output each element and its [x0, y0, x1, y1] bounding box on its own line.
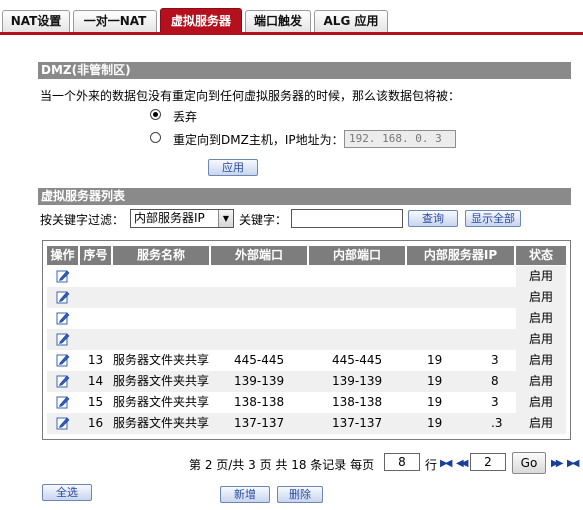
row-index: [80, 308, 111, 329]
row-status: 启用: [516, 287, 566, 308]
keyword-input[interactable]: [291, 209, 403, 228]
next-page-icon[interactable]: ▶▶: [551, 458, 564, 470]
filter-label: 按关键字过滤：: [40, 213, 125, 227]
row-status: 启用: [516, 350, 566, 371]
chevron-down-icon: ▼: [218, 210, 233, 227]
header-internal-ip: 内部服务器IP: [407, 246, 514, 265]
row-status: 启用: [516, 413, 566, 434]
tab-virtual-server[interactable]: 虚拟服务器: [160, 8, 242, 34]
edit-icon[interactable]: [56, 353, 70, 367]
discard-label: 丢弃: [173, 110, 198, 124]
edit-icon[interactable]: [56, 332, 70, 346]
redirect-dmz-radio[interactable]: [150, 132, 161, 143]
row-ip-end: 3: [491, 353, 499, 367]
row-internal-port: 138-138: [332, 395, 383, 409]
row-service-name: 服务器文件夹共享: [113, 416, 210, 430]
edit-icon[interactable]: [56, 269, 70, 283]
row-internal-port: 445-445: [332, 353, 383, 367]
query-button[interactable]: 查询: [408, 210, 458, 227]
discard-radio[interactable]: [150, 109, 161, 120]
tab-port-trigger[interactable]: 端口触发: [245, 10, 311, 32]
apply-button[interactable]: 应用: [208, 159, 258, 176]
header-action: 操作: [47, 246, 78, 265]
page-number-input[interactable]: 2: [470, 453, 506, 471]
tab-one-to-one-nat[interactable]: 一对一NAT: [73, 10, 157, 32]
tab-underline: [0, 32, 583, 35]
header-service-name: 服务名称: [113, 246, 209, 265]
edit-icon[interactable]: [56, 311, 70, 325]
row-ip-start: 19: [427, 416, 443, 430]
row-service-name: 服务器文件夹共享: [113, 395, 210, 409]
vs-section-title: 虚拟服务器列表: [38, 188, 571, 205]
per-page-input[interactable]: 8: [384, 453, 420, 471]
row-internal-port: 139-139: [332, 374, 383, 388]
row-service-name: 服务器文件夹共享: [113, 353, 210, 367]
row-ip-start: 19: [427, 395, 443, 409]
row-status: 启用: [516, 329, 566, 350]
dmz-description: 当一个外来的数据包没有重定向到任何虚拟服务器的时候，那么该数据包将被：: [40, 89, 461, 103]
redirect-dmz-label: 重定向到DMZ主机，IP地址为：: [173, 133, 344, 147]
row-status: 启用: [516, 266, 566, 287]
pagination-summary: 第 2 页/共 3 页 共 18 条记录 每页: [189, 458, 375, 472]
header-status: 状态: [516, 246, 566, 265]
keyword-label: 关键字：: [239, 213, 288, 227]
row-service-name: 服务器文件夹共享: [113, 374, 210, 388]
edit-icon[interactable]: [56, 290, 70, 304]
row-index: 14: [87, 374, 104, 388]
row-label: 行: [425, 458, 438, 472]
row-index: 16: [87, 416, 104, 430]
row-external-port: 138-138: [234, 395, 285, 409]
first-page-icon[interactable]: ▶◀: [440, 458, 453, 470]
last-page-icon[interactable]: ▶◀: [567, 458, 580, 470]
filter-select-value: 内部服务器IP: [134, 211, 205, 225]
row-external-port: 445-445: [234, 353, 285, 367]
tab-bar: NAT设置 一对一NAT 虚拟服务器 端口触发 ALG 应用: [0, 0, 583, 35]
edit-icon[interactable]: [56, 395, 70, 409]
row-stripe: [47, 329, 566, 350]
go-button[interactable]: Go: [512, 452, 546, 474]
row-index: [80, 329, 111, 350]
row-external-port: 137-137: [234, 416, 285, 430]
prev-page-icon[interactable]: ◀◀: [456, 458, 469, 470]
row-stripe: [47, 287, 566, 308]
tab-alg[interactable]: ALG 应用: [314, 10, 388, 32]
row-status: 启用: [516, 308, 566, 329]
select-all-button[interactable]: 全选: [42, 484, 92, 501]
show-all-button[interactable]: 显示全部: [465, 210, 521, 227]
row-status: 启用: [516, 392, 566, 413]
row-internal-port: 137-137: [332, 416, 383, 430]
tab-nat-settings[interactable]: NAT设置: [2, 10, 70, 32]
delete-button[interactable]: 删除: [277, 486, 323, 503]
row-index: [80, 266, 111, 287]
row-index: 15: [87, 395, 104, 409]
header-external-port: 外部端口: [211, 246, 307, 265]
row-ip-start: 19: [427, 353, 443, 367]
row-external-port: 139-139: [234, 374, 285, 388]
row-status: 启用: [516, 371, 566, 392]
edit-icon[interactable]: [56, 374, 70, 388]
edit-icon[interactable]: [56, 416, 70, 430]
row-index: 13: [87, 353, 104, 367]
row-ip-start: 19: [427, 374, 443, 388]
row-ip-end: 8: [491, 374, 499, 388]
row-ip-end: 3: [491, 395, 499, 409]
filter-select[interactable]: 内部服务器IP ▼: [130, 209, 234, 228]
dmz-ip-input[interactable]: 192. 168. 0. 3: [344, 130, 456, 148]
dmz-section-title: DMZ(非管制区): [38, 62, 571, 79]
row-ip-end: .3: [491, 416, 503, 430]
header-internal-port: 内部端口: [309, 246, 405, 265]
add-button[interactable]: 新增: [220, 486, 270, 503]
header-index: 序号: [80, 246, 111, 265]
row-index: [80, 287, 111, 308]
